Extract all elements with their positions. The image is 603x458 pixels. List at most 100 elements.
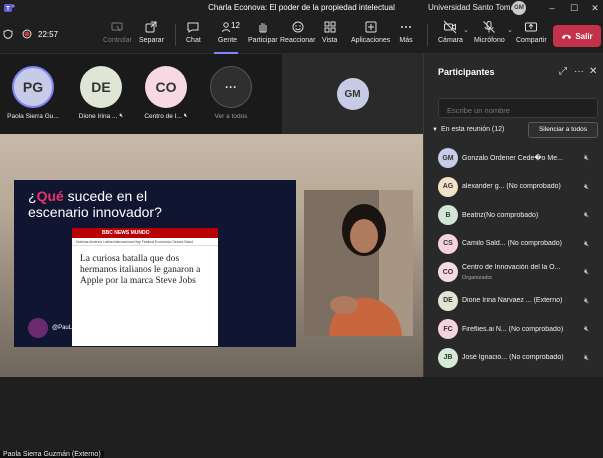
panel-title: Participantes	[438, 67, 495, 77]
participant-name: José Ignacio... (No comprobado)	[462, 354, 564, 362]
list-item[interactable]: FC Fireflies.ai N... (No comprobado) 🔇︎	[424, 315, 603, 344]
chat-icon	[187, 22, 199, 33]
control-button[interactable]: Controlar	[103, 20, 132, 44]
avatar: FC	[438, 319, 458, 340]
apps-icon	[365, 21, 377, 33]
pop-out-button[interactable]: Separar	[139, 20, 164, 44]
apps-button[interactable]: Aplicaciones	[351, 20, 390, 44]
close-window-icon[interactable]: ✕	[588, 2, 602, 14]
mic-off-icon: 🔇︎	[584, 324, 590, 334]
bbc-nav: Noticias América Latina Internacional Ha…	[72, 238, 218, 246]
participant-tile[interactable]: PG Paola Sierra Gu...	[0, 54, 66, 134]
participant-role: Organizador	[462, 275, 493, 281]
mic-off-icon: 🔇︎	[584, 181, 590, 191]
list-item[interactable]: GM Gonzalo Ordener Cede�o Me... 🔇︎	[424, 144, 603, 173]
close-panel-icon[interactable]: ✕	[589, 66, 597, 77]
people-count: 12	[231, 21, 240, 30]
bbc-header: BBC NEWS MUNDO	[72, 228, 218, 238]
more-options-icon[interactable]: ···	[574, 66, 584, 77]
camera-button[interactable]: Cámara	[438, 20, 463, 44]
list-item[interactable]: JB José Ignacio... (No comprobado) 🔇︎	[424, 344, 603, 373]
participants-panel: Participantes ⤢ ··· ✕ ▼ En esta reunión …	[423, 54, 603, 377]
mic-off-icon: 🔇︎	[584, 238, 590, 248]
mic-options-chevron-icon[interactable]: ⌄	[507, 26, 513, 34]
toolbar-divider	[175, 24, 176, 46]
view-button[interactable]: Vista	[322, 20, 337, 44]
more-participants-icon: ···	[210, 66, 252, 108]
list-item[interactable]: CS Camilo Sald... (No comprobado) 🔇︎	[424, 230, 603, 259]
participant-name: Fireflies.ai N... (No comprobado)	[462, 325, 564, 333]
mute-all-button[interactable]: Silenciar a todos	[528, 122, 598, 138]
avatar: CS	[438, 233, 458, 254]
mic-off-icon: 🔇︎	[584, 210, 590, 220]
avatar: DE	[438, 290, 458, 311]
list-item[interactable]: DE Dione Irina Narvaez ... (Externo) 🔇︎	[424, 287, 603, 316]
search-input[interactable]	[438, 98, 598, 118]
participant-name: Dione Irina ... 🔇︎	[78, 113, 124, 120]
mic-off-icon	[483, 21, 496, 33]
participant-name: Paola Sierra Gu...	[7, 113, 59, 120]
recording-icon	[22, 29, 32, 39]
avatar: CO	[438, 262, 458, 283]
mic-off-icon: 🔇︎	[119, 113, 124, 119]
presenter-handle: @PauLawSierra	[28, 318, 96, 338]
avatar: AG	[438, 176, 458, 197]
shield-icon	[3, 29, 13, 39]
list-item[interactable]: AG alexander g... (No comprobado) 🔇︎	[424, 173, 603, 202]
raise-hand-button[interactable]: Participar	[248, 20, 278, 44]
organization-name[interactable]: Universidad Santo Tomás	[428, 3, 519, 12]
leave-button[interactable]: Salir	[553, 25, 601, 47]
control-icon	[111, 22, 123, 32]
participant-name: Centro de I... 🔇︎	[144, 113, 188, 120]
avatar	[28, 318, 48, 338]
raise-hand-icon	[259, 23, 267, 33]
avatar: PG	[12, 66, 54, 108]
view-icon	[324, 21, 336, 33]
react-button[interactable]: Reaccionar	[280, 20, 315, 44]
avatar: DE	[80, 66, 122, 108]
more-button[interactable]: Más	[399, 20, 413, 44]
article-headline: La curiosa batalla que dos hermanos ital…	[80, 254, 201, 286]
meeting-toolbar: 22:57 Controlar Separar Chat Gente 12 Pa…	[0, 16, 603, 54]
participant-name: Dione Irina Narvaez ... (Externo)	[462, 297, 563, 305]
list-item[interactable]: B Beatriz(No comprobado) 🔇︎	[424, 201, 603, 230]
avatar: GM	[336, 78, 369, 110]
participant-tile[interactable]: CO Centro de I... 🔇︎	[133, 54, 199, 134]
participant-name: Camilo Sald... (No comprobado)	[462, 240, 562, 248]
react-icon	[292, 21, 304, 33]
minimize-icon[interactable]: –	[545, 2, 559, 14]
add-people-icon[interactable]: ⤢	[559, 66, 567, 77]
see-all-label: Ver a todos	[214, 113, 248, 120]
chat-button[interactable]: Chat	[186, 20, 201, 44]
slide-title: ¿Qué sucede en el escenario innovador?	[28, 188, 162, 220]
mic-off-icon: 🔇︎	[584, 153, 590, 163]
account-avatar[interactable]: GM	[512, 1, 526, 15]
list-item[interactable]: CO Centro de Innovación del la O... Orga…	[424, 258, 603, 287]
presentation-slide: ¿Qué sucede en el escenario innovador? B…	[14, 180, 296, 347]
participant-list: GM Gonzalo Ordener Cede�o Me... 🔇︎ AG al…	[424, 144, 603, 372]
pop-out-icon	[145, 21, 157, 33]
participant-name: Centro de Innovación del la O...	[462, 264, 561, 271]
microphone-button[interactable]: Micrófono	[474, 20, 505, 44]
participant-name: Gonzalo Ordener Cede�o Me...	[462, 155, 563, 163]
spotlight-tile[interactable]: GM	[282, 54, 423, 134]
avatar: GM	[438, 148, 458, 169]
meeting-status: 22:57	[3, 29, 58, 39]
phone-hangup-icon	[562, 34, 572, 39]
meeting-timer: 22:57	[38, 29, 59, 39]
camera-options-chevron-icon[interactable]: ⌄	[463, 26, 469, 34]
presenter-name-tag: Paola Sierra Guzmán (Externo)	[0, 451, 104, 458]
participant-tiles: PG Paola Sierra Gu... DE Dione Irina ...…	[0, 54, 282, 134]
presenter-silhouette	[304, 190, 413, 336]
see-all-tile[interactable]: ··· Ver a todos	[198, 54, 264, 134]
participant-name: alexander g... (No comprobado)	[462, 183, 561, 191]
share-icon	[525, 22, 538, 32]
section-header[interactable]: ▼ En esta reunión (12)	[432, 126, 504, 133]
avatar: B	[438, 205, 458, 226]
participant-tile[interactable]: DE Dione Irina ... 🔇︎	[68, 54, 134, 134]
shared-screen: ¿Qué sucede en el escenario innovador? B…	[0, 134, 423, 458]
maximize-icon[interactable]: ☐	[567, 2, 581, 14]
mic-off-icon: 🔇︎	[584, 295, 590, 305]
toolbar-divider	[427, 24, 428, 46]
share-button[interactable]: Compartir	[516, 20, 547, 44]
